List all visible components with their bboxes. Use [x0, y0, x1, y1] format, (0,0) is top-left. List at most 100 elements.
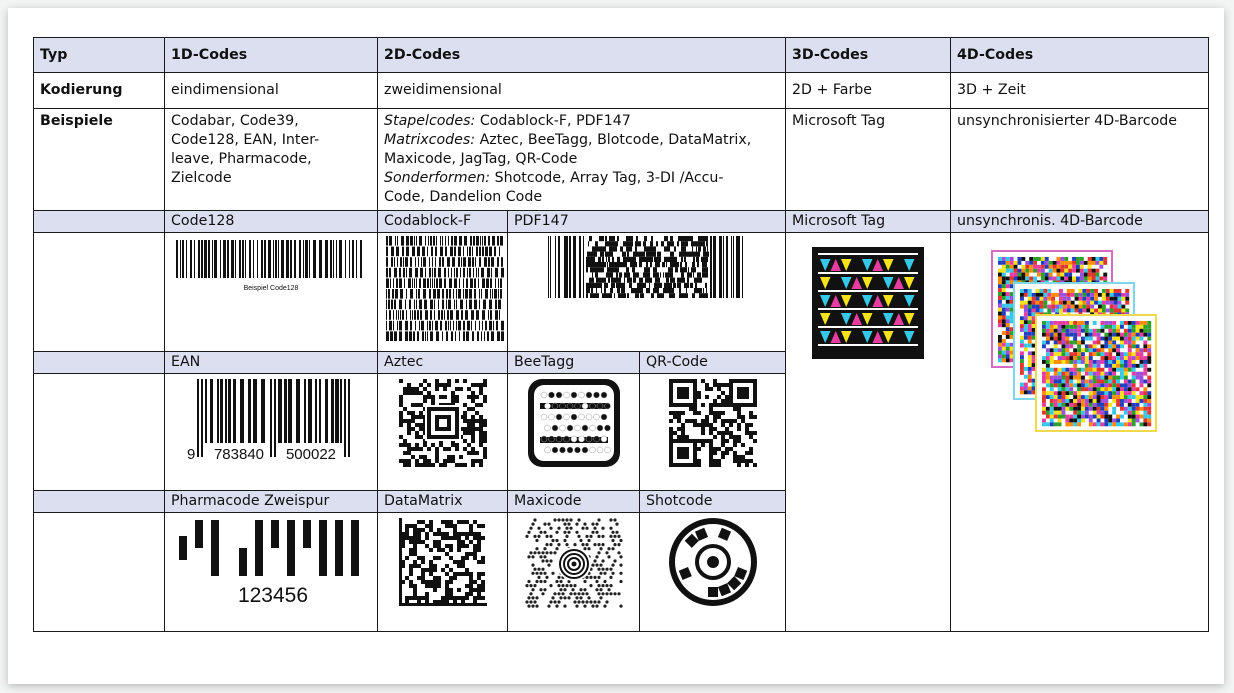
4d-module — [1076, 328, 1081, 333]
beetagg-hex — [603, 424, 611, 432]
codablock-bar — [467, 246, 468, 257]
4d-module — [1107, 348, 1112, 353]
maxicode-module — [532, 518, 537, 522]
4d-module — [1111, 383, 1116, 388]
4d-module — [1053, 360, 1058, 364]
maxicode-module — [548, 526, 553, 530]
4d-module — [1083, 276, 1088, 281]
code-module — [668, 419, 673, 423]
pdf-module — [648, 256, 651, 262]
4d-module — [1035, 300, 1040, 305]
4d-module — [1092, 348, 1097, 353]
pdf-module — [691, 262, 693, 268]
4d-module — [997, 342, 1002, 347]
pdf-module — [644, 277, 648, 283]
code-module — [448, 524, 453, 528]
pdf-module — [601, 236, 604, 242]
4d-module — [1023, 324, 1028, 328]
4d-module — [1045, 360, 1050, 364]
4d-module — [1019, 355, 1024, 360]
codablock-bar — [498, 278, 499, 288]
4d-module — [1045, 406, 1050, 411]
4d-module — [1019, 370, 1024, 375]
4d-module — [1057, 321, 1062, 325]
4d-module — [1092, 344, 1097, 349]
4d-module — [1068, 391, 1073, 396]
codablock-bar — [396, 246, 399, 257]
4d-module — [1127, 352, 1132, 357]
pdf-module — [613, 277, 617, 283]
tag-line — [818, 344, 919, 346]
barcode-bar — [273, 240, 274, 278]
maxicode-module — [608, 592, 613, 596]
barcode-bar — [331, 379, 334, 443]
ean-image-cell: 9 783840 500022 — [164, 373, 378, 491]
pdf-module — [596, 293, 599, 298]
code-module — [472, 548, 477, 552]
4d-module — [1049, 367, 1054, 372]
code-module — [680, 435, 685, 439]
codablock-bar — [399, 320, 402, 331]
code-module — [468, 552, 473, 556]
4d-module — [1107, 414, 1112, 419]
4d-module — [1057, 414, 1062, 419]
4d-module — [1064, 406, 1069, 411]
4d-module — [1127, 321, 1132, 325]
codablock-bar — [392, 289, 394, 299]
pdf-module — [629, 256, 632, 262]
pdf-module — [655, 262, 657, 268]
pdf-module — [588, 288, 590, 294]
maxicode-module — [596, 592, 601, 596]
4d-module — [1057, 371, 1062, 376]
empty-label-cell — [33, 351, 165, 374]
pdf-module — [634, 288, 638, 294]
4d-module — [997, 335, 1002, 339]
code-module — [748, 447, 753, 451]
pdf-module — [692, 272, 694, 278]
pdf-module — [625, 267, 629, 273]
4d-module — [1071, 276, 1076, 281]
4d-module — [1009, 257, 1014, 261]
pdf-module — [692, 262, 695, 268]
4d-module — [1080, 367, 1085, 372]
4d-module — [1059, 260, 1064, 265]
codablock-bar — [445, 246, 447, 257]
code-module — [446, 447, 451, 451]
4d-module — [1080, 402, 1085, 407]
pdf-module — [652, 288, 654, 294]
4d-module — [1042, 300, 1047, 305]
4d-module — [1023, 316, 1028, 321]
pdf-module — [589, 267, 593, 273]
beetagg-hex — [592, 435, 600, 443]
codablock-bar — [487, 267, 490, 278]
maxicode-module — [556, 600, 561, 604]
code-module — [482, 435, 487, 439]
maxicode-module — [618, 538, 623, 543]
pdf-module — [673, 262, 676, 268]
code-module — [408, 552, 413, 556]
code-module — [482, 399, 487, 403]
pdf-module — [680, 246, 683, 252]
code-module — [752, 463, 757, 467]
beetagg-hex — [573, 402, 581, 410]
code-module — [696, 459, 701, 463]
4d-module — [1041, 371, 1046, 376]
4d-module — [1100, 395, 1104, 399]
4d-module — [1075, 264, 1080, 269]
maxicode-module — [588, 600, 593, 604]
4d-module — [1078, 300, 1082, 305]
4d-module — [1142, 356, 1147, 360]
4d-module — [1100, 402, 1104, 407]
code-module — [708, 403, 713, 407]
4d-module — [1119, 402, 1124, 407]
4d-module — [1131, 340, 1136, 345]
4d-module — [1131, 402, 1136, 407]
pdf-module — [678, 282, 681, 288]
pdf-module — [622, 241, 624, 247]
pdf-module — [704, 236, 708, 242]
4d-module — [1146, 356, 1151, 360]
code-module — [448, 556, 453, 560]
4d-module — [1080, 328, 1085, 333]
pdf-module — [686, 277, 689, 283]
code-module — [456, 560, 461, 564]
